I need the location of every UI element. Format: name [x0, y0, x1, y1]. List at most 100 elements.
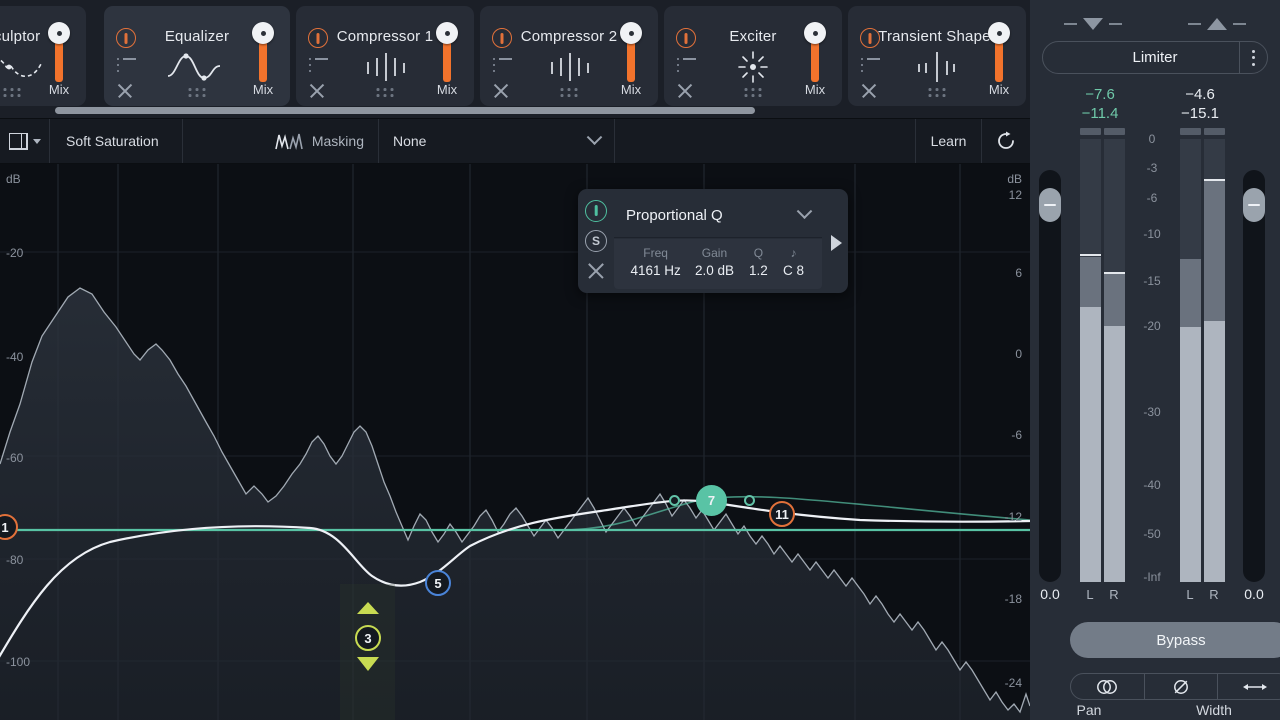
- output-readout-rms: −15.1: [1181, 105, 1219, 122]
- rack-scrollbar[interactable]: [0, 106, 1030, 115]
- mix-slider[interactable]: Mix: [614, 22, 648, 102]
- drag-handle[interactable]: [560, 88, 578, 97]
- close-icon[interactable]: [676, 82, 694, 100]
- phase-invert-button[interactable]: [1145, 674, 1219, 699]
- param-header-note: ♪: [790, 246, 797, 260]
- eq-band-node-7[interactable]: 7: [696, 485, 727, 516]
- meter-scale-tick: 0: [1148, 132, 1156, 146]
- fader-thumb[interactable]: [1243, 188, 1265, 222]
- reset-button[interactable]: [982, 119, 1030, 163]
- stereo-controls: [1070, 673, 1280, 700]
- eq-band-popup[interactable]: S Proportional Q Freq Gain Q ♪ 4161 Hz 2…: [578, 189, 848, 293]
- input-gain-value[interactable]: 0.0: [1030, 586, 1070, 602]
- meter-peak-segment: [1180, 259, 1201, 327]
- mix-knob[interactable]: [48, 22, 70, 44]
- close-icon[interactable]: [492, 82, 510, 100]
- limiter-menu-icon[interactable]: [1239, 42, 1267, 73]
- mix-knob[interactable]: [804, 22, 826, 44]
- drag-handle[interactable]: [376, 88, 394, 97]
- output-channel-l: L: [1186, 587, 1194, 602]
- peak-indicator[interactable]: [1204, 128, 1225, 135]
- fader-thumb[interactable]: [1039, 188, 1061, 222]
- eq-band-node-5[interactable]: 5: [425, 570, 451, 596]
- axis-left-tick: -60: [6, 451, 24, 465]
- mix-label: Mix: [436, 82, 458, 97]
- limiter-button[interactable]: Limiter: [1042, 41, 1268, 74]
- band-power-icon[interactable]: [585, 200, 607, 222]
- eq-band-node-11[interactable]: 11: [769, 501, 795, 527]
- meter-rms-fill: [1180, 327, 1201, 582]
- output-gain-marker[interactable]: [1188, 18, 1246, 30]
- param-value-gain[interactable]: 2.0 dB: [687, 263, 741, 278]
- mix-slider[interactable]: Mix: [982, 22, 1016, 102]
- peak-indicator[interactable]: [1180, 128, 1201, 135]
- peak-indicator[interactable]: [1104, 128, 1125, 135]
- meter-peak-hold: [1080, 254, 1101, 256]
- band-3-down-handle[interactable]: [357, 657, 379, 671]
- mix-knob[interactable]: [436, 22, 458, 44]
- popup-expand-arrow-icon[interactable]: [831, 235, 842, 251]
- input-meter-right: [1104, 128, 1125, 582]
- drag-handle[interactable]: [744, 88, 762, 97]
- band-shape-dropdown[interactable]: Proportional Q: [614, 194, 822, 238]
- columns-icon: [8, 132, 29, 150]
- band-param-values: 4161 Hz 2.0 dB 1.2 C 8: [624, 263, 812, 278]
- list-icon[interactable]: [309, 57, 328, 73]
- popup-main: Proportional Q Freq Gain Q ♪ 4161 Hz 2.0…: [614, 189, 822, 293]
- band-7-q-handle-left[interactable]: [669, 495, 680, 506]
- band-delete-icon[interactable]: [585, 260, 607, 282]
- band-solo-button[interactable]: S: [585, 230, 607, 252]
- band-7-q-handle-right[interactable]: [744, 495, 755, 506]
- bypass-button[interactable]: Bypass: [1070, 622, 1280, 658]
- output-gain-value[interactable]: 0.0: [1234, 586, 1274, 602]
- module-exciter[interactable]: Exciter Mix: [664, 6, 842, 106]
- equalizer-icon: [162, 50, 232, 84]
- close-icon[interactable]: [308, 82, 326, 100]
- mix-slider[interactable]: Mix: [42, 22, 76, 102]
- drag-handle[interactable]: [3, 88, 21, 97]
- param-header-freq: Freq: [643, 246, 668, 260]
- input-gain-marker[interactable]: [1064, 18, 1122, 30]
- learn-button[interactable]: Learn: [916, 119, 982, 163]
- meter-scale-tick: -15: [1143, 274, 1161, 288]
- band-3-up-handle[interactable]: [357, 602, 379, 614]
- scrollbar-thumb[interactable]: [55, 107, 755, 114]
- mix-knob[interactable]: [988, 22, 1010, 44]
- list-icon[interactable]: [677, 57, 696, 73]
- close-icon[interactable]: [860, 82, 878, 100]
- eq-graph[interactable]: dB -20 -40 -60 -80 -100 dB 12 6 0 -6 -12…: [0, 164, 1030, 720]
- param-value-note[interactable]: C 8: [775, 263, 812, 278]
- input-gain-fader[interactable]: [1039, 170, 1061, 582]
- preset-name[interactable]: Soft Saturation: [50, 119, 183, 163]
- list-icon[interactable]: [861, 57, 880, 73]
- param-value-freq[interactable]: 4161 Hz: [624, 263, 687, 278]
- output-meter-right: [1204, 128, 1225, 582]
- width-button[interactable]: [1218, 674, 1280, 699]
- mix-slider[interactable]: Mix: [246, 22, 280, 102]
- pan-button[interactable]: [1071, 674, 1145, 699]
- mix-knob[interactable]: [620, 22, 642, 44]
- chevron-down-icon: [586, 128, 603, 145]
- mix-slider[interactable]: Mix: [798, 22, 832, 102]
- triangle-down-icon: [1083, 18, 1103, 30]
- module-compressor-2[interactable]: Compressor 2 Mix: [480, 6, 658, 106]
- close-icon[interactable]: [116, 82, 134, 100]
- module-transient-shaper[interactable]: Transient Shaper Mix: [848, 6, 1026, 106]
- eq-band-node-3[interactable]: 3: [355, 625, 381, 651]
- param-value-q[interactable]: 1.2: [742, 263, 775, 278]
- drag-handle[interactable]: [188, 88, 206, 97]
- list-icon[interactable]: [117, 57, 136, 73]
- mix-knob[interactable]: [252, 22, 274, 44]
- peak-indicator[interactable]: [1080, 128, 1101, 135]
- module-compressor-1[interactable]: Compressor 1 Mix: [296, 6, 474, 106]
- masking-dropdown[interactable]: None: [379, 119, 615, 163]
- refresh-icon: [998, 131, 1014, 149]
- output-gain-fader[interactable]: [1243, 170, 1265, 582]
- module-equalizer[interactable]: Equalizer Mix: [104, 6, 290, 106]
- mix-slider[interactable]: Mix: [430, 22, 464, 102]
- list-icon[interactable]: [493, 57, 512, 73]
- module-sculptor[interactable]: Sculptor Mix: [0, 6, 86, 106]
- chevron-down-icon: [796, 203, 813, 220]
- drag-handle[interactable]: [928, 88, 946, 97]
- view-layout-button[interactable]: [0, 119, 50, 163]
